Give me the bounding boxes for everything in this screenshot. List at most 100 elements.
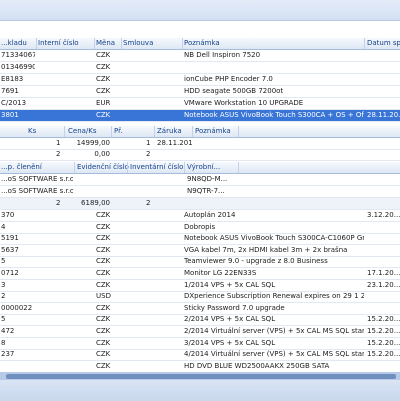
- cell-due-date: 15.2.20...: [367, 315, 400, 324]
- cell-currency: CZK: [96, 222, 111, 231]
- table-row[interactable]: CZK HD DVD BLUE WD2500AAKX 250GB SATA: [0, 361, 400, 373]
- cell-document-number: 013469904: [1, 63, 35, 71]
- cell-unit-price: 0,00: [94, 150, 110, 158]
- cell-document-number: 713340670: [1, 51, 35, 59]
- cell-document-number: 472: [1, 327, 15, 335]
- cell-document-number: 5191: [1, 234, 19, 243]
- col-header-smlouva[interactable]: Smlouva: [123, 39, 153, 47]
- documents-grid-header: ...kladu Interní číslo Měna Smlouva Pozn…: [0, 38, 400, 50]
- col-header-cleneni[interactable]: ...p. členění: [1, 163, 42, 171]
- table-row[interactable]: 3 CZK 1/2014 VPS + 5x CAL SQL 23.1.20...: [0, 280, 400, 292]
- cell-document-number: 370: [1, 211, 15, 219]
- table-row[interactable]: 5 CZK 2/2014 VPS + 5x CAL SQL 15.2.20...: [0, 314, 400, 327]
- cell-document-number: 3: [1, 280, 6, 289]
- cell-document-number: 5637: [1, 245, 19, 254]
- cell-currency: CZK: [96, 338, 111, 347]
- col-header-inventarni-cislo[interactable]: Inventární číslo: [130, 163, 183, 171]
- table-row[interactable]: 237 CZK 4/2014 Virtuální server (VPS) + 5x…: [0, 349, 400, 362]
- cell-currency: CZK: [96, 234, 111, 243]
- table-row[interactable]: 5191 CZK Notebook ASUS VivoBook Touch S300…: [0, 233, 400, 246]
- cell-due-date: 3.12.20...: [367, 211, 400, 219]
- cell-note: VGA kabel 7m, 2x HDMI kabel 3m + 2x braš…: [184, 245, 348, 254]
- col-header-poznamka[interactable]: Poznámka: [184, 39, 220, 47]
- cell-currency: EUR: [96, 99, 111, 107]
- table-row[interactable]: 8 CZK 3/2014 VPS + 5x CAL SQL 15.2.20...: [0, 338, 400, 350]
- cell-warranty: 28.11.2015: [157, 139, 192, 147]
- table-row[interactable]: ...oS SOFTWARE s.r.o. N9QTR-7...: [0, 186, 400, 198]
- col-header-mena[interactable]: Měna: [96, 39, 115, 47]
- table-row[interactable]: 472 CZK 2/2014 Virtuální server (VPS) + 5x…: [0, 326, 400, 338]
- summary-total: 6189,00: [81, 199, 110, 207]
- cell-note: 4/2014 Virtuální server (VPS) + 5x CAL M…: [184, 350, 364, 359]
- cell-note: Autoplán 2014: [184, 211, 236, 219]
- cell-note: Dobropis: [184, 222, 216, 231]
- table-row[interactable]: 2 0,00 2: [0, 149, 400, 161]
- table-row[interactable]: 713340670 CZK NB Dell Inspiron 7520: [0, 50, 400, 62]
- cell-supplier: ...oS SOFTWARE s.r.o.: [1, 187, 73, 195]
- cell-due-date: 15.2.20...: [367, 338, 400, 347]
- table-row[interactable]: 7691 CZK HDD seagate 500GB 7200ot: [0, 86, 400, 98]
- cell-currency: CZK: [96, 361, 111, 370]
- cell-currency: CZK: [96, 257, 111, 266]
- summary-count: 2: [146, 199, 151, 207]
- col-header-zaruka[interactable]: Záruka: [157, 127, 182, 135]
- table-row[interactable]: 0000022 CZK Sticky Password 7.0 upgrade: [0, 303, 400, 315]
- cell-document-number: 3801: [1, 111, 19, 119]
- col-header-ks[interactable]: Ks: [28, 127, 36, 135]
- scrollbar-thumb[interactable]: [6, 374, 396, 379]
- cell-note: ionCube PHP Encoder 7.0: [184, 75, 273, 83]
- cell-document-number: C/2013: [1, 99, 27, 107]
- table-row[interactable]: 2 USD DXperience Subscription Renewal expi…: [0, 291, 400, 304]
- table-row[interactable]: 0712 CZK Monitor LG 22EN33S 17.1.20...: [0, 268, 400, 280]
- col-header-vyrobni[interactable]: Výrobní...: [187, 163, 220, 171]
- col-header-evidencni-cislo[interactable]: Evidenční číslo: [77, 163, 129, 171]
- cell-currency: CZK: [96, 75, 111, 83]
- table-row[interactable]: 5 CZK Teamviewer 9.0 - upgrade z 8.0 Busin…: [0, 256, 400, 269]
- cell-document-number: 5: [1, 315, 6, 324]
- cell-currency: CZK: [96, 350, 111, 359]
- table-row[interactable]: ...oS SOFTWARE s.r.o. 9N8QD-M...: [0, 174, 400, 186]
- col-header-poznamka-item[interactable]: Poznámka: [195, 127, 231, 135]
- cell-note: DXperience Subscription Renewal expires …: [184, 292, 364, 301]
- summary-qty: 2: [56, 199, 61, 207]
- cell-serial-number: N9QTR-7...: [187, 187, 225, 195]
- cell-due-date: 15.2.20...: [367, 327, 400, 335]
- table-row[interactable]: 5637 CZK VGA kabel 7m, 2x HDMI kabel 3m + …: [0, 245, 400, 257]
- col-header-cena-ks[interactable]: Cena/Ks: [68, 127, 97, 135]
- table-row[interactable]: E8183 CZK ionCube PHP Encoder 7.0: [0, 74, 400, 86]
- table-row[interactable]: C/2013 EUR VMware Workstation 10 UPGRADE: [0, 98, 400, 110]
- cell-currency: CZK: [96, 211, 111, 219]
- items-grid: Ks Cena/Ks Př. Záruka Poznámka 1 14999,00…: [0, 126, 400, 161]
- cell-currency: CZK: [96, 269, 111, 277]
- table-row[interactable]: 370 CZK Autoplán 2014 3.12.20...: [0, 210, 400, 222]
- table-row[interactable]: 4 CZK Dobropis: [0, 222, 400, 234]
- cell-document-number: 0000022: [1, 303, 33, 312]
- cell-document-number: 4: [1, 222, 6, 231]
- cell-currency: CZK: [96, 315, 111, 324]
- cell-pr: 2: [146, 150, 151, 158]
- cell-note: Sticky Password 7.0 upgrade: [184, 303, 285, 312]
- items-grid-header: Ks Cena/Ks Př. Záruka Poznámka: [0, 126, 400, 138]
- cell-document-number: 7691: [1, 87, 19, 95]
- cell-document-number: 8: [1, 338, 6, 347]
- cell-note: 1/2014 VPS + 5x CAL SQL: [184, 280, 276, 289]
- cell-due-date: 17.1.20...: [367, 269, 400, 277]
- cell-supplier: ...oS SOFTWARE s.r.o.: [1, 175, 73, 183]
- col-header-pr[interactable]: Př.: [114, 127, 123, 135]
- cell-due-date: 23.1.20...: [367, 280, 400, 289]
- cell-unit-price: 14999,00: [76, 139, 110, 147]
- serials-grid-header: ...p. členění Evidenční číslo Inventární…: [0, 162, 400, 174]
- cell-currency: CZK: [96, 327, 111, 335]
- cell-currency: CZK: [96, 111, 111, 119]
- cell-qty: 2: [56, 150, 61, 158]
- col-header-datum-splatnosti[interactable]: Datum splat...: [367, 39, 400, 47]
- cell-note: VMware Workstation 10 UPGRADE: [184, 99, 304, 107]
- col-header-interni-cislo[interactable]: Interní číslo: [38, 39, 79, 47]
- col-header-kladu[interactable]: ...kladu: [1, 39, 27, 47]
- cell-currency: CZK: [96, 63, 111, 71]
- cell-currency: CZK: [96, 87, 111, 95]
- cell-due-date: 15.2.20...: [367, 350, 400, 359]
- table-row[interactable]: 013469904 CZK: [0, 62, 400, 74]
- cell-note: Monitor LG 22EN33S: [184, 269, 257, 277]
- table-row[interactable]: 3801 CZK Notebook ASUS VivoBook Touch S300…: [0, 110, 400, 122]
